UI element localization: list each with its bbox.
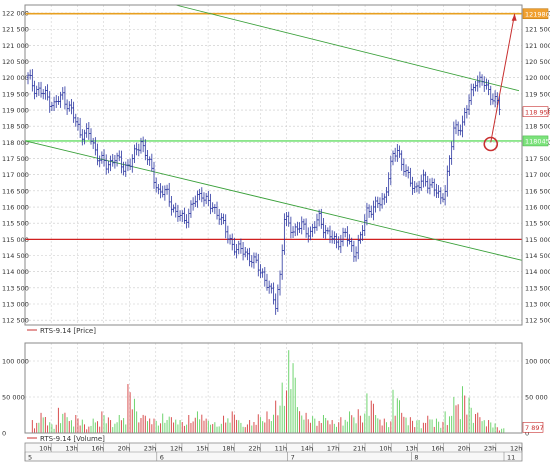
volume-last-label: 7 897 [525,424,544,432]
price-tick-label-right: 120 000 [525,74,550,82]
level-label-last: 118 950 [525,108,550,116]
time-axis-hour-label: 13h [405,445,417,453]
time-axis-hour-label: 15h [196,445,208,453]
price-volume-chart: 122 000122 000121 500121 500121 000121 0… [0,0,550,467]
price-tick-label-right: 115 000 [525,236,550,244]
time-axis-hour-label: 18h [222,445,234,453]
time-axis-hour-label: 23h [484,445,496,453]
time-axis-day-label: 6 [160,454,164,462]
time-axis: 10h 13h 16h 20h 23h 12h 15h 18h 22h 11h 14h 17h 21h 1… [24,442,523,462]
time-axis-hour-label: 14h [301,445,313,453]
time-axis-hour-label: 16h [432,445,444,453]
price-tick-label-right: 112 500 [525,317,550,325]
price-tick-label-right: 113 000 [525,300,550,308]
time-axis-hour-label: 12h [170,445,182,453]
time-axis-hour-label: 17h [327,445,339,453]
price-tick-label-right: 115 500 [525,220,550,228]
price-legend-label: RTS-9.14 [Price] [40,327,96,335]
price-tick-label-right: 116 000 [525,204,550,212]
volume-tick-label-left: 0 [2,430,6,438]
price-tick-label-right: 117 000 [525,171,550,179]
volume-tick-label-left: 50 000 [2,394,25,402]
level-label-mid: 118045 [525,138,550,146]
time-axis-hour-label: 13h [65,445,77,453]
price-tick-label-right: 117 500 [525,155,550,163]
price-tick-label-right: 119 500 [525,90,550,98]
time-axis-day-label: 7 [291,454,295,462]
time-axis-hour-label: 20h [458,445,470,453]
time-axis-hour-label: 21h [353,445,365,453]
time-axis-hour-label: 16h [91,445,103,453]
time-axis-hour-label: 11h [275,445,287,453]
price-tick-label-right: 113 500 [525,284,550,292]
level-label-high: 121980 [525,10,550,18]
price-tick-label-right: 114 500 [525,252,550,260]
time-axis-hour-label: 12h [510,445,522,453]
price-tick-label-right: 121 500 [525,26,550,34]
price-tick-label-right: 120 500 [525,58,550,66]
volume-level-labels: 7 897 [522,422,544,433]
price-tick-label-right: 114 000 [525,268,550,276]
time-axis-hour-label: 20h [118,445,130,453]
time-axis-day-label: 11 [507,454,515,462]
price-tick-label-right: 116 500 [525,187,550,195]
price-tick-label-right: 121 000 [525,42,550,50]
price-tick-label-right: 118 500 [525,123,550,131]
time-axis-hour-label: 10h [379,445,391,453]
chart-window: 122 000122 000121 500121 500121 000121 0… [0,0,550,467]
time-axis-hour-label: 23h [144,445,156,453]
volume-legend-label: RTS-9.14 [Volume] [40,435,105,443]
time-axis-hour-label: 10h [39,445,51,453]
time-axis-day-label: 8 [414,454,418,462]
time-axis-hour-label: 22h [248,445,260,453]
time-axis-day-label: 5 [28,454,32,462]
volume-tick-label-right: 50 000 [525,394,548,402]
volume-tick-label-right: 100 000 [525,358,550,366]
